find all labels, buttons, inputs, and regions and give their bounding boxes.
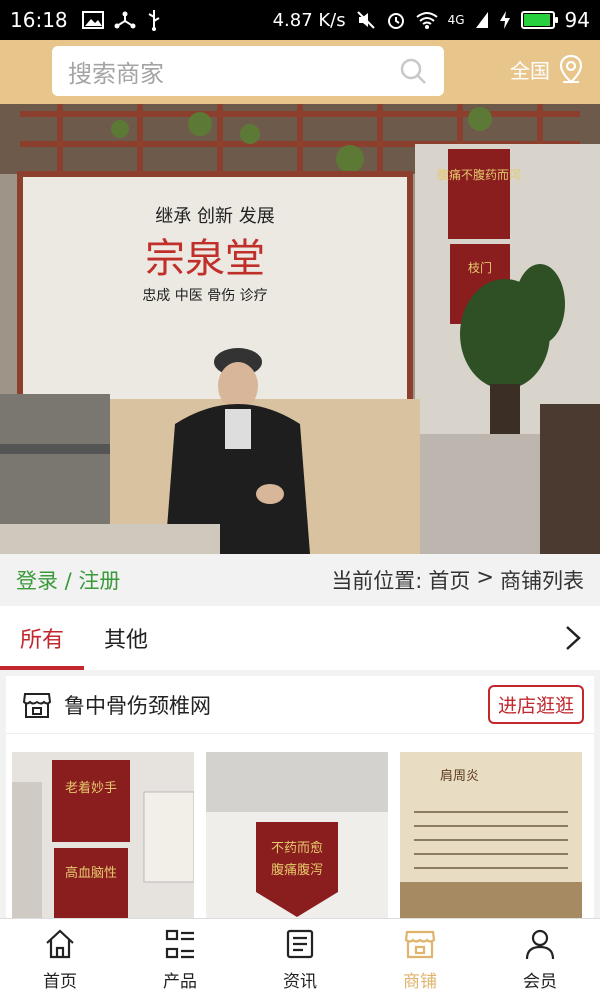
search-input[interactable]: 搜索商家 <box>52 46 444 96</box>
nav-home[interactable]: 首页 <box>0 919 120 1000</box>
tab-other[interactable]: 其他 <box>84 606 168 670</box>
nav-shops-label: 商铺 <box>403 972 437 992</box>
thumb3-title: 肩周炎 <box>440 768 479 784</box>
breadcrumb-separator: > <box>476 565 494 589</box>
chevron-right-icon[interactable] <box>558 624 586 652</box>
login-register-link[interactable]: 登录 / 注册 <box>16 565 120 595</box>
shop-thumbnails: 老着妙手 高血脑性 不药而愈 腹痛腹泻 肩周炎 <box>6 734 594 922</box>
thumb2-text-1: 不药而愈 <box>271 841 323 856</box>
visit-shop-button[interactable]: 进店逛逛 <box>487 685 584 724</box>
wifi-icon <box>415 12 438 29</box>
search-icon[interactable] <box>398 56 428 86</box>
shop-thumbnail[interactable]: 肩周炎 <box>400 752 582 922</box>
network-speed: 4.87 K/s <box>272 9 346 31</box>
battery-percent: 94 <box>564 8 590 32</box>
region-label: 全国 <box>510 58 550 83</box>
usb-icon <box>148 10 160 31</box>
sign-top-text: 继承 创新 发展 <box>155 206 274 227</box>
battery-icon <box>520 11 558 29</box>
status-left-icons <box>81 9 162 31</box>
image-icon <box>81 11 104 29</box>
poster-photo-3: 肩周炎 <box>400 752 582 922</box>
info-bar: 登录 / 注册 当前位置: 首页 > 商铺列表 <box>0 554 600 606</box>
shop-thumbnail[interactable]: 老着妙手 高血脑性 <box>12 752 194 922</box>
shop-thumbnail[interactable]: 不药而愈 腹痛腹泻 <box>206 752 388 922</box>
nav-products-label: 产品 <box>163 972 197 992</box>
nav-products[interactable]: 产品 <box>120 919 240 1000</box>
nav-home-label: 首页 <box>43 972 77 992</box>
status-bar: 16:18 4.87 K/s 4G 94 <box>0 0 600 40</box>
banner-photo-1: 老着妙手 高血脑性 <box>12 752 194 922</box>
header: 搜索商家 全国 <box>0 40 600 104</box>
sign-bottom-text: 忠成 中医 骨伤 诊疗 <box>142 288 267 304</box>
mute-icon <box>356 11 375 29</box>
category-tabs: 所有 其他 <box>0 606 600 670</box>
shop-card-header: 鲁中骨伤颈椎网 进店逛逛 <box>6 676 594 734</box>
tab-all[interactable]: 所有 <box>0 606 84 670</box>
nav-shops[interactable]: 商铺 <box>360 919 480 1000</box>
news-icon <box>286 929 314 959</box>
shop-name[interactable]: 鲁中骨伤颈椎网 <box>64 690 211 720</box>
signal-icon <box>475 12 488 28</box>
user-icon <box>525 929 555 960</box>
status-right: 4.87 K/s 4G 94 <box>273 8 590 32</box>
banner-image[interactable]: 继承 创新 发展 宗泉堂 忠成 中医 骨伤 诊疗 腹痛不腹药而泻 枝门 <box>0 104 600 554</box>
thumb1-text-1: 老着妙手 <box>65 780 117 796</box>
thumb2-text-2: 腹痛腹泻 <box>271 862 323 878</box>
store-icon <box>22 692 52 718</box>
sign-main-text: 宗泉堂 <box>145 236 265 282</box>
grid-icon <box>165 929 194 959</box>
charging-icon <box>499 11 510 29</box>
shop-icon <box>404 930 436 959</box>
clinic-photo: 继承 创新 发展 宗泉堂 忠成 中医 骨伤 诊疗 腹痛不腹药而泻 枝门 <box>0 104 600 554</box>
right-banner-text-2: 枝门 <box>468 260 492 275</box>
nav-member[interactable]: 会员 <box>480 919 600 1000</box>
banner-photo-2: 不药而愈 腹痛腹泻 <box>206 752 388 922</box>
nav-news[interactable]: 资讯 <box>240 919 360 1000</box>
bottom-nav: 首页 产品 资讯 商铺 会员 <box>0 918 600 1000</box>
share-icon <box>114 11 136 29</box>
nav-news-label: 资讯 <box>283 972 317 992</box>
thumb1-text-2: 高血脑性 <box>65 865 117 881</box>
location-pin-icon <box>559 54 583 84</box>
breadcrumb-current: 商铺列表 <box>500 569 584 593</box>
breadcrumb-home[interactable]: 首页 <box>428 565 470 595</box>
breadcrumb: 当前位置: 首页 > 商铺列表 <box>331 565 584 595</box>
network-type: 4G <box>447 13 465 27</box>
breadcrumb-label: 当前位置: <box>331 569 423 593</box>
nav-member-label: 会员 <box>523 972 557 992</box>
home-icon <box>46 929 74 959</box>
status-time: 16:18 <box>10 8 68 32</box>
region-selector[interactable]: 全国 <box>510 54 584 84</box>
search-placeholder: 搜索商家 <box>68 59 164 88</box>
alarm-icon <box>387 13 404 29</box>
right-banner-text-1: 腹痛不腹药而泻 <box>437 167 521 182</box>
